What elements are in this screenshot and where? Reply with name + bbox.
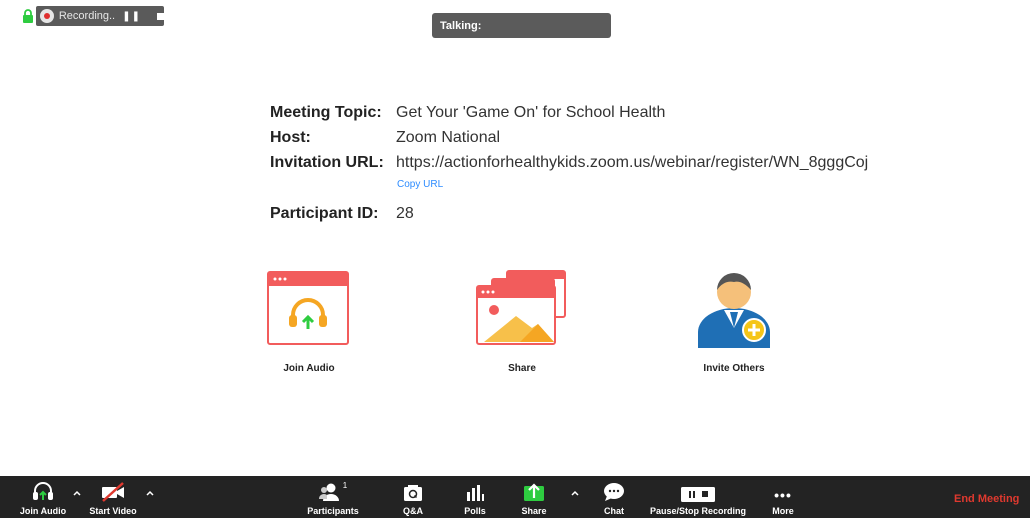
- stop-recording-icon[interactable]: [157, 12, 164, 20]
- join-audio-action-label[interactable]: Join Audio: [283, 363, 334, 374]
- chat-button[interactable]: Chat: [599, 476, 629, 518]
- chat-icon: [604, 483, 624, 501]
- invitation-url-value: https://actionforhealthykids.zoom.us/web…: [396, 154, 869, 171]
- more-button[interactable]: ••• More: [768, 476, 798, 518]
- talking-banner: Talking:: [432, 13, 611, 38]
- participants-icon: [318, 483, 339, 501]
- pause-stop-recording-label: Pause/Stop Recording: [649, 506, 747, 516]
- participant-id-value: 28: [396, 205, 414, 222]
- participant-id-label: Participant ID:: [270, 205, 379, 222]
- recording-status: Recording...: [58, 10, 117, 22]
- more-label: More: [772, 506, 794, 516]
- polls-button[interactable]: Polls: [460, 476, 490, 518]
- share-options-chevron-icon[interactable]: [570, 488, 580, 498]
- meeting-topic-value: Get Your 'Game On' for School Health: [396, 104, 666, 121]
- copy-url-link[interactable]: Copy URL: [397, 179, 443, 190]
- qa-icon: [404, 485, 422, 501]
- talking-label: Talking:: [440, 20, 482, 32]
- host-value: Zoom National: [396, 129, 501, 146]
- participants-label: Participants: [307, 506, 359, 516]
- video-options-chevron-icon[interactable]: [145, 488, 155, 498]
- polls-icon: [467, 485, 484, 501]
- share-screen-toolbar-icon: [524, 483, 544, 501]
- invite-others-icon[interactable]: [696, 266, 772, 350]
- qa-button[interactable]: Q&A: [398, 476, 428, 518]
- share-action-label[interactable]: Share: [508, 363, 536, 374]
- more-icon: •••: [774, 487, 792, 503]
- share-screen-icon[interactable]: [476, 270, 566, 346]
- headphones-icon: [33, 482, 53, 500]
- share-toolbar-label: Share: [521, 506, 547, 516]
- video-off-icon: [102, 482, 124, 502]
- participants-button[interactable]: 1 Participants: [305, 476, 361, 518]
- invite-others-action-label[interactable]: Invite Others: [703, 363, 764, 374]
- invitation-url-label: Invitation URL:: [270, 154, 384, 171]
- recording-indicator: Recording... ❚❚: [36, 6, 164, 26]
- pause-stop-recording-icon: [681, 487, 715, 502]
- share-screen-button[interactable]: Share: [519, 476, 549, 518]
- join-audio-icon[interactable]: [267, 271, 349, 345]
- recording-cloud-icon: [40, 9, 54, 23]
- start-video-label: Start Video: [89, 506, 137, 516]
- host-label: Host:: [270, 129, 311, 146]
- qa-label: Q&A: [403, 506, 423, 516]
- audio-options-chevron-icon[interactable]: [72, 488, 82, 498]
- chat-label: Chat: [604, 506, 624, 516]
- pause-stop-recording-button[interactable]: Pause/Stop Recording: [650, 476, 746, 518]
- join-audio-button[interactable]: Join Audio: [17, 476, 69, 518]
- lock-icon: [23, 9, 33, 23]
- join-audio-toolbar-label: Join Audio: [19, 506, 67, 516]
- pause-recording-icon[interactable]: ❚❚: [122, 11, 141, 22]
- end-meeting-button[interactable]: End Meeting: [954, 493, 1019, 505]
- start-video-button[interactable]: Start Video: [84, 476, 142, 518]
- meeting-topic-label: Meeting Topic:: [270, 104, 382, 121]
- participants-count: 1: [342, 481, 348, 490]
- polls-label: Polls: [464, 506, 486, 516]
